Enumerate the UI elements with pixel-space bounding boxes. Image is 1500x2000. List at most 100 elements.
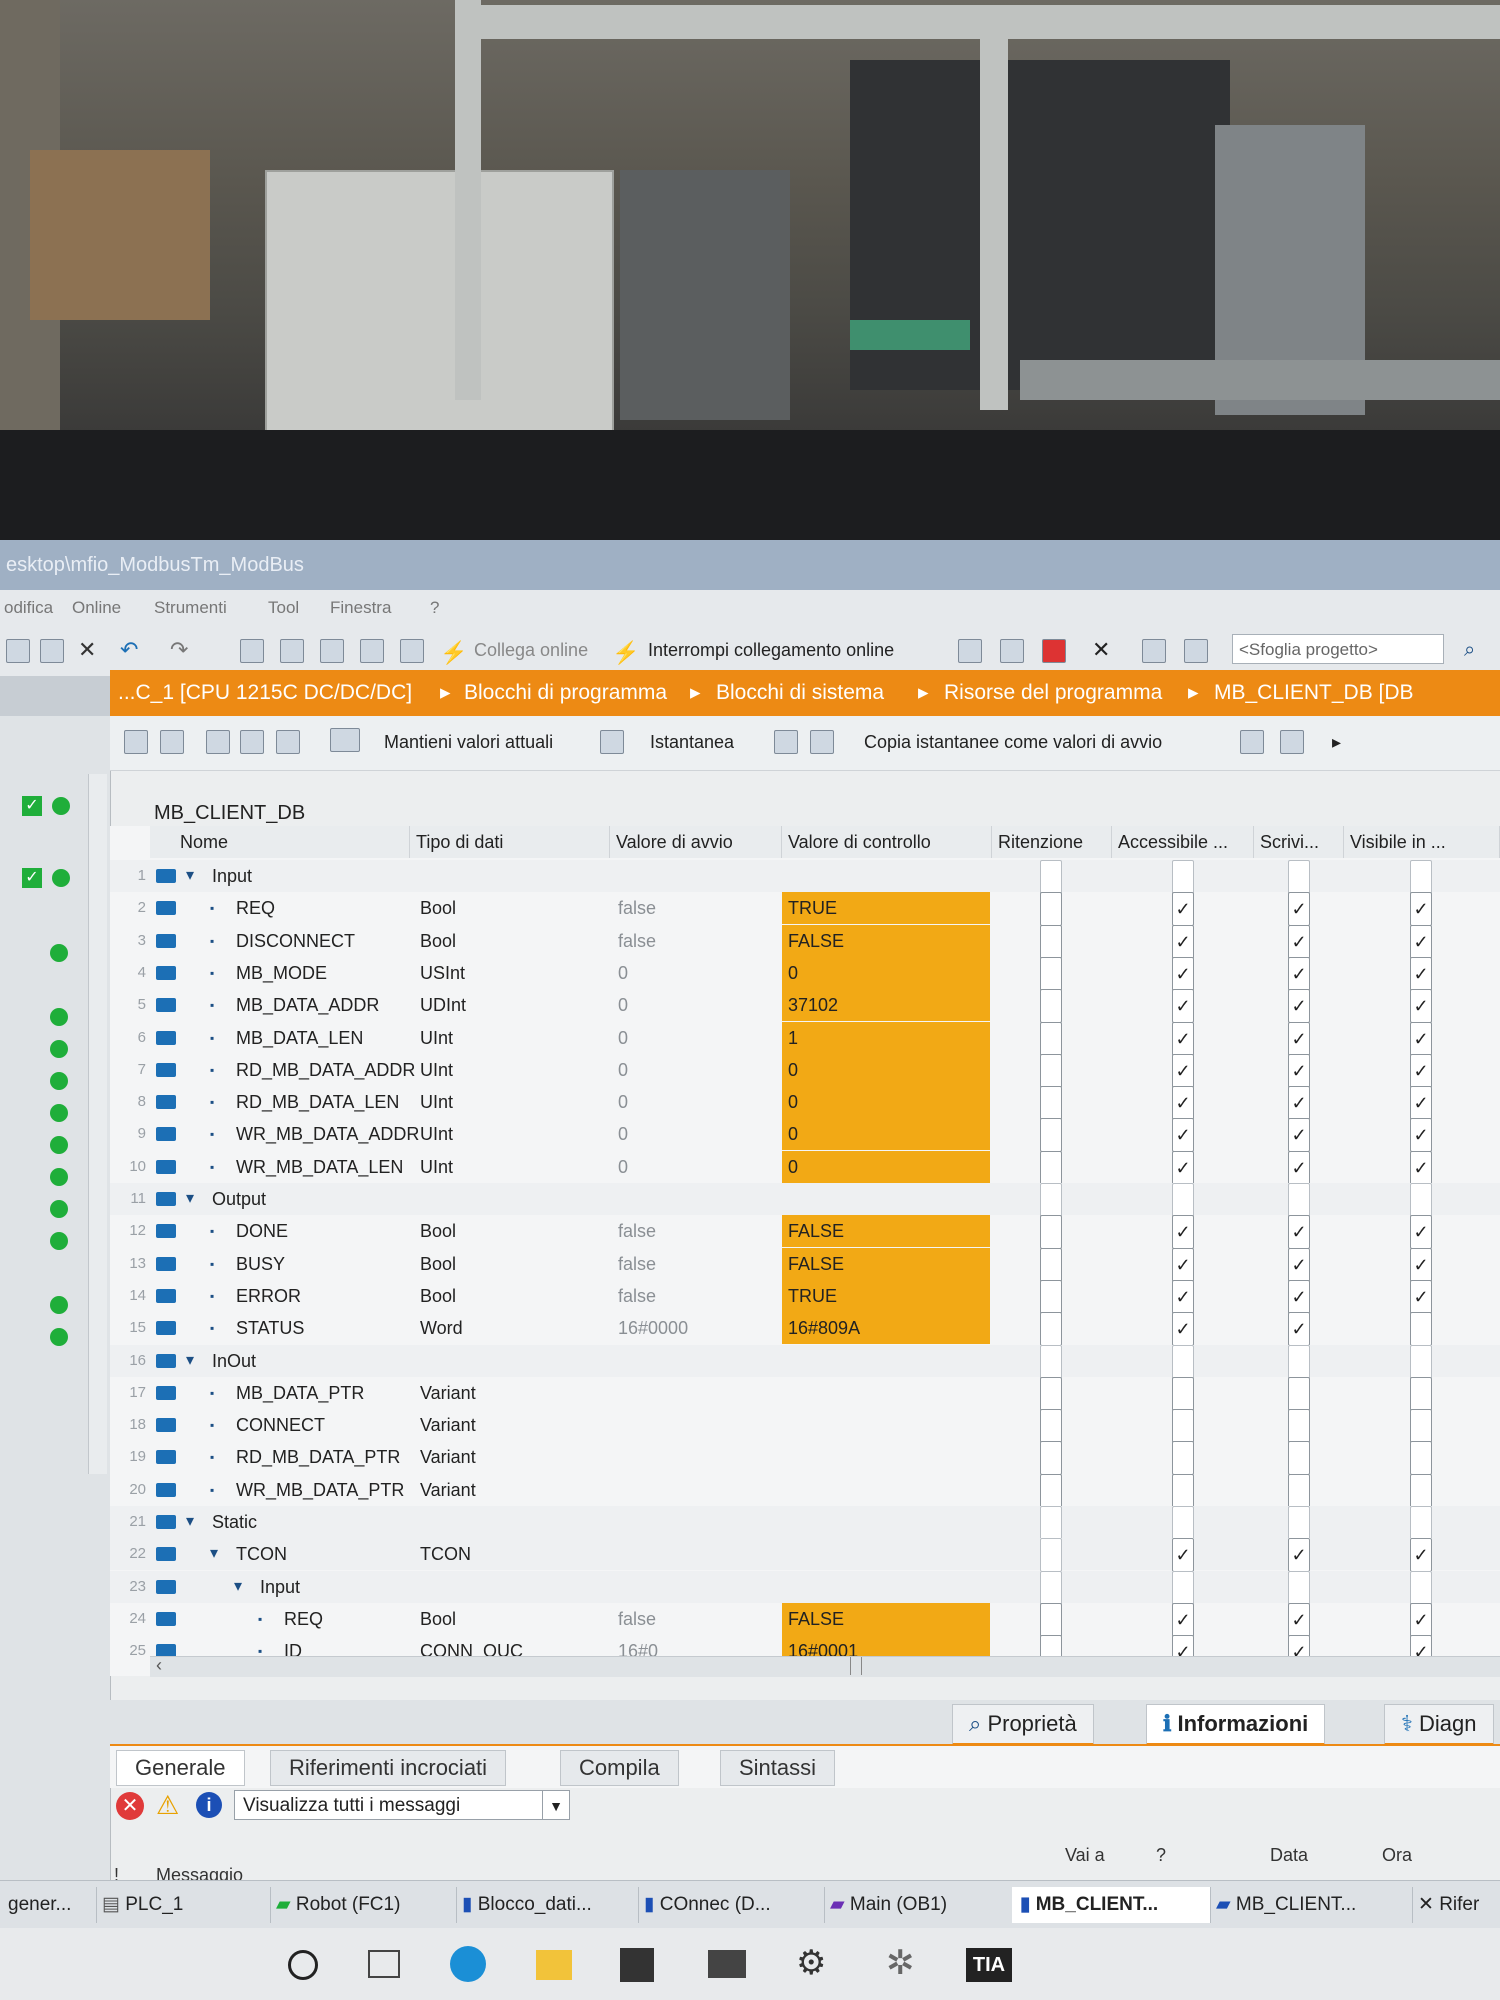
visible-checkbox[interactable]: ✓	[1410, 1086, 1432, 1121]
accessible-checkbox[interactable]: ✓	[1172, 1602, 1194, 1637]
expand-toggle-icon[interactable]: ▾	[186, 1345, 194, 1377]
member-start-value[interactable]: false	[618, 892, 782, 924]
retain-checkbox[interactable]	[1040, 1247, 1062, 1282]
simulation-icon[interactable]	[360, 639, 384, 663]
member-name[interactable]: MB_DATA_PTR	[236, 1377, 396, 1409]
collapse-icon[interactable]	[240, 730, 264, 754]
member-start-value[interactable]: 0	[618, 1118, 782, 1150]
table-row[interactable]: 15 ▪ STATUS Word 16#0000 16#809A ✓ ✓	[110, 1312, 1500, 1347]
info-filter-icon[interactable]: i	[196, 1792, 222, 1818]
accessible-checkbox[interactable]: ✓	[1172, 1312, 1194, 1347]
tab-diagnostics[interactable]: ⚕ Diagn	[1384, 1704, 1494, 1746]
visible-checkbox[interactable]	[1410, 1183, 1432, 1217]
table-row[interactable]: 11 ▾ Output	[110, 1183, 1500, 1217]
member-data-type[interactable]: UDInt	[420, 989, 610, 1021]
expand-toggle-icon[interactable]: ▾	[186, 1506, 194, 1538]
redo-icon[interactable]: ↷	[170, 639, 192, 661]
visible-checkbox[interactable]	[1410, 1506, 1432, 1540]
breadcrumb-program-blocks[interactable]: Blocchi di programma	[464, 670, 667, 716]
member-start-value[interactable]: false	[618, 1215, 782, 1247]
mail-icon[interactable]	[708, 1950, 746, 1978]
writable-checkbox[interactable]: ✓	[1288, 1118, 1310, 1153]
retain-checkbox[interactable]	[1040, 1118, 1062, 1153]
snapshot-button[interactable]: Istantanea	[650, 732, 734, 753]
table-row[interactable]: 20 ▪ WR_MB_DATA_PTR Variant	[110, 1473, 1500, 1508]
member-data-type[interactable]: Bool	[420, 892, 610, 924]
visible-checkbox[interactable]: ✓	[1410, 1602, 1432, 1637]
member-start-value[interactable]: 0	[618, 1086, 782, 1118]
accessible-checkbox[interactable]: ✓	[1172, 892, 1194, 927]
member-data-type[interactable]: UInt	[420, 1118, 610, 1150]
menu-tools[interactable]: Strumenti	[154, 598, 227, 618]
member-start-value[interactable]	[618, 1441, 782, 1473]
visible-checkbox[interactable]: ✓	[1410, 1118, 1432, 1153]
table-row[interactable]: 13 ▪ BUSY Bool false FALSE ✓ ✓ ✓	[110, 1247, 1500, 1282]
stop-cpu-icon[interactable]	[1042, 639, 1066, 663]
visible-checkbox[interactable]: ✓	[1410, 1053, 1432, 1088]
project-search-input[interactable]: <Sfoglia progetto>	[1232, 634, 1444, 664]
task-tab-references[interactable]: ✕ Rifer	[1410, 1887, 1500, 1923]
accessible-checkbox[interactable]: ✓	[1172, 1279, 1194, 1314]
expand-toggle-icon[interactable]: ▾	[186, 1183, 194, 1215]
member-start-value[interactable]: false	[618, 925, 782, 957]
member-name[interactable]: WR_MB_DATA_PTR	[236, 1474, 404, 1506]
accessible-checkbox[interactable]: ✓	[1172, 1538, 1194, 1573]
member-data-type[interactable]: Word	[420, 1312, 610, 1344]
table-row[interactable]: 18 ▪ CONNECT Variant	[110, 1409, 1500, 1444]
subtab-general[interactable]: Generale	[116, 1750, 245, 1786]
member-data-type[interactable]: Variant	[420, 1377, 610, 1409]
task-tab-mb-client-db[interactable]: ▮ MB_CLIENT...	[1012, 1887, 1211, 1923]
split-view-icon[interactable]	[1000, 639, 1024, 663]
visible-checkbox[interactable]	[1410, 1441, 1432, 1476]
writable-checkbox[interactable]	[1288, 1441, 1310, 1476]
tab-info[interactable]: ℹ Informazioni	[1146, 1704, 1326, 1746]
retain-checkbox[interactable]	[1040, 1409, 1062, 1444]
member-name[interactable]: Input	[260, 1571, 396, 1603]
app-icon[interactable]: ✲	[886, 1946, 915, 1980]
breadcrumb-mb-client-db[interactable]: MB_CLIENT_DB [DB	[1214, 670, 1414, 716]
member-data-type[interactable]: UInt	[420, 1022, 610, 1054]
column-header-start-value[interactable]: Valore di avvio	[610, 826, 782, 858]
expand-toggle-icon[interactable]: ▾	[234, 1571, 242, 1603]
writable-checkbox[interactable]: ✓	[1288, 1247, 1310, 1282]
accessible-checkbox[interactable]: ✓	[1172, 1150, 1194, 1185]
retain-checkbox[interactable]	[1040, 956, 1062, 991]
go-online-button[interactable]: Collega online	[474, 640, 588, 661]
split-vertical-icon[interactable]	[1184, 639, 1208, 663]
save-icon[interactable]	[6, 639, 30, 663]
accessible-checkbox[interactable]: ✓	[1172, 1021, 1194, 1056]
task-tab-connec[interactable]: ▮ COnnec (D...	[636, 1887, 825, 1923]
retain-checkbox[interactable]	[1040, 1021, 1062, 1056]
task-tab-plc[interactable]: ▤ PLC_1	[94, 1887, 271, 1923]
retain-checkbox[interactable]	[1040, 892, 1062, 927]
go-offline-button[interactable]: Interrompi collegamento online	[648, 640, 894, 661]
member-data-type[interactable]	[420, 1183, 610, 1215]
writable-checkbox[interactable]	[1288, 1570, 1310, 1605]
member-name[interactable]: CONNECT	[236, 1409, 396, 1441]
writable-checkbox[interactable]: ✓	[1288, 1021, 1310, 1056]
retain-checkbox[interactable]	[1040, 1344, 1062, 1379]
left-pane-scrollbar[interactable]	[88, 774, 107, 1474]
cross-reference-icon[interactable]: ✕	[1092, 639, 1114, 661]
member-name[interactable]: WR_MB_DATA_ADDR	[236, 1118, 419, 1150]
tab-properties[interactable]: ⌕ Proprietà	[952, 1704, 1094, 1746]
menu-tool[interactable]: Tool	[268, 598, 299, 618]
task-tab-data-block[interactable]: ▮ Blocco_dati...	[454, 1887, 639, 1923]
member-name[interactable]: MB_MODE	[236, 957, 396, 989]
accessible-checkbox[interactable]: ✓	[1172, 924, 1194, 959]
table-row[interactable]: 5 ▪ MB_DATA_ADDR UDInt 0 37102 ✓ ✓ ✓	[110, 989, 1500, 1024]
expand-toggle-icon[interactable]: ▾	[186, 860, 194, 892]
accessible-checkbox[interactable]	[1172, 1183, 1194, 1217]
member-start-value[interactable]: 0	[618, 1151, 782, 1183]
warning-filter-icon[interactable]: ⚠	[156, 1790, 179, 1821]
menu-window[interactable]: Finestra	[330, 598, 391, 618]
member-start-value[interactable]: false	[618, 1280, 782, 1312]
writable-checkbox[interactable]: ✓	[1288, 924, 1310, 959]
member-name[interactable]: DONE	[236, 1215, 396, 1247]
visible-checkbox[interactable]	[1410, 1312, 1432, 1347]
table-row[interactable]: 1 ▾ Input	[110, 860, 1500, 894]
member-start-value[interactable]: 0	[618, 1022, 782, 1054]
writable-checkbox[interactable]: ✓	[1288, 956, 1310, 991]
task-tab-main[interactable]: ▰ Main (OB1)	[822, 1887, 1015, 1923]
expand-icon[interactable]	[206, 730, 230, 754]
